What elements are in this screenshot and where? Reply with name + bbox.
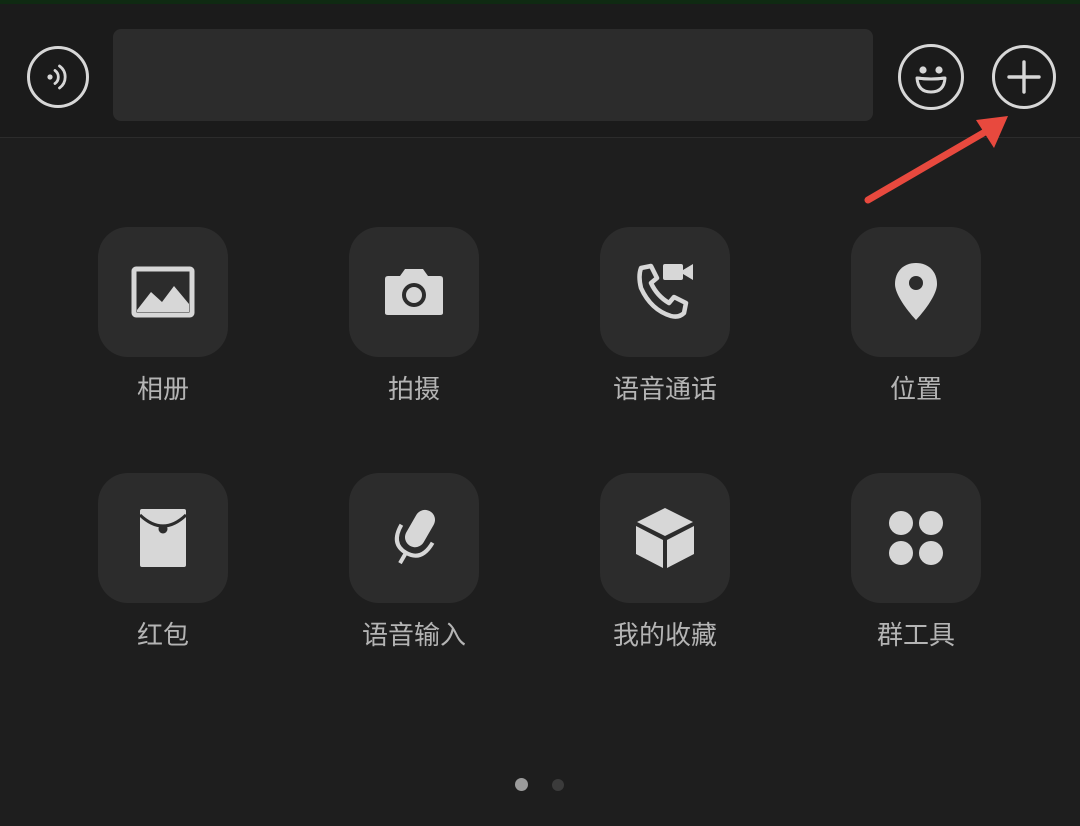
tile-location-label: 位置 bbox=[889, 375, 942, 405]
tile-camera-label: 拍摄 bbox=[387, 375, 440, 405]
tile-call-label: 语音通话 bbox=[612, 375, 717, 405]
tile-album[interactable]: 相册 bbox=[80, 227, 240, 427]
annotation-arrow bbox=[864, 116, 1008, 204]
tile-red-packet[interactable]: 红包 bbox=[80, 473, 240, 673]
tile-camera-box[interactable] bbox=[349, 227, 479, 357]
tile-voice-input[interactable]: 语音输入 bbox=[331, 473, 491, 673]
tile-group-tools[interactable]: 群工具 bbox=[833, 473, 993, 673]
emoji-button[interactable] bbox=[898, 44, 964, 110]
microphone-icon bbox=[394, 509, 435, 565]
tile-album-label: 相册 bbox=[136, 375, 189, 405]
camera-icon bbox=[385, 269, 443, 315]
voice-button[interactable] bbox=[27, 46, 89, 108]
group-tools-icon bbox=[889, 511, 943, 565]
plus-icon bbox=[1007, 60, 1041, 94]
location-pin-icon bbox=[895, 263, 937, 320]
more-functions-button[interactable] bbox=[992, 45, 1056, 109]
tile-group-tools-box[interactable] bbox=[851, 473, 981, 603]
tile-location[interactable]: 位置 bbox=[833, 227, 993, 427]
tile-red-packet-label: 红包 bbox=[136, 621, 189, 651]
smiley-face-icon bbox=[915, 66, 947, 94]
voice-video-call-icon bbox=[637, 263, 693, 319]
tile-call-box[interactable] bbox=[600, 227, 730, 357]
chat-input-panel: 相册 拍摄 语音通话 位置 红包 语音输入 我的收藏 群工具 bbox=[0, 0, 1080, 826]
tile-red-packet-box[interactable] bbox=[98, 473, 228, 603]
page-dot-inactive[interactable] bbox=[552, 779, 564, 791]
tile-group-tools-label: 群工具 bbox=[876, 621, 955, 651]
favorites-cube-icon bbox=[636, 508, 694, 568]
page-dot-active[interactable] bbox=[515, 778, 528, 791]
tile-location-box[interactable] bbox=[851, 227, 981, 357]
tile-favorites-label: 我的收藏 bbox=[612, 621, 717, 651]
tile-voice-input-label: 语音输入 bbox=[361, 621, 466, 651]
tile-favorites-box[interactable] bbox=[600, 473, 730, 603]
tile-album-box[interactable] bbox=[98, 227, 228, 357]
tile-call[interactable]: 语音通话 bbox=[582, 227, 742, 427]
tile-favorites[interactable]: 我的收藏 bbox=[582, 473, 742, 673]
photo-album-icon bbox=[131, 266, 195, 318]
tile-voice-input-box[interactable] bbox=[349, 473, 479, 603]
message-input[interactable] bbox=[113, 29, 873, 121]
voice-wave-icon bbox=[47, 64, 67, 90]
red-envelope-icon bbox=[138, 509, 188, 567]
tile-camera[interactable]: 拍摄 bbox=[331, 227, 491, 427]
